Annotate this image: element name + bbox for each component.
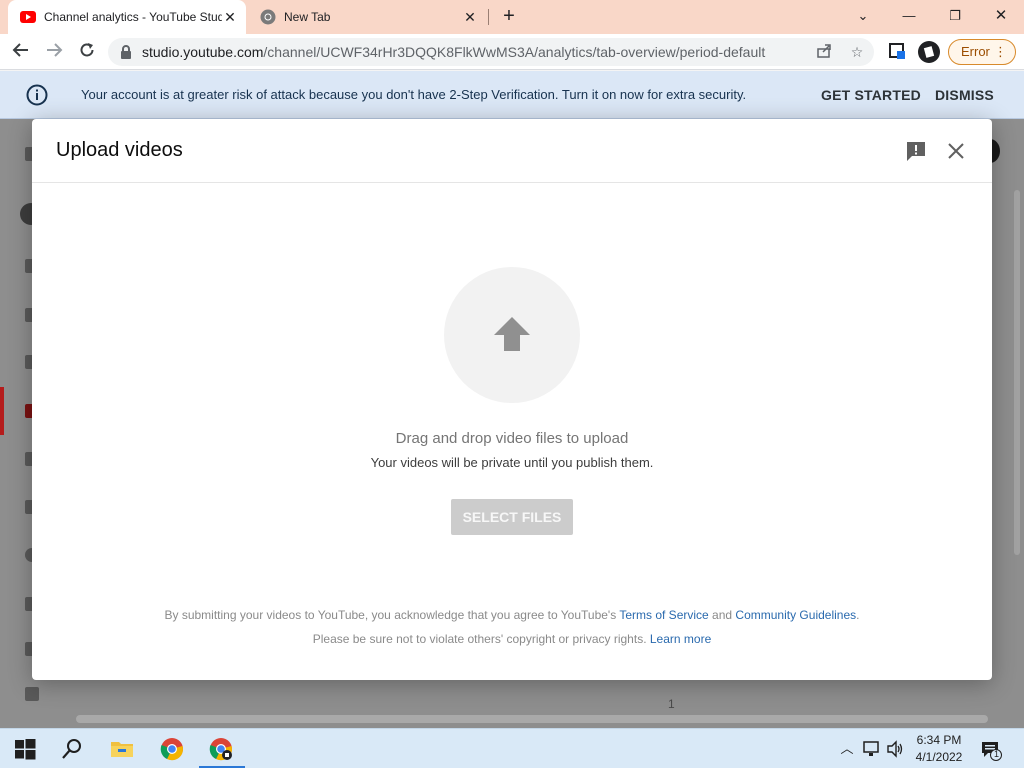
tab-title: New Tab xyxy=(284,10,331,24)
tab-title: Channel analytics - YouTube Studio xyxy=(44,10,222,24)
terms-and: and xyxy=(712,608,733,622)
close-dialog-icon[interactable] xyxy=(945,140,967,162)
network-icon[interactable] xyxy=(862,739,882,759)
minimize-icon[interactable]: — xyxy=(898,6,920,26)
chrome-taskbar-icon[interactable] xyxy=(160,737,184,761)
terms-notice: By submitting your videos to YouTube, yo… xyxy=(32,608,992,622)
privacy-notice: Please be sure not to violate others' co… xyxy=(32,632,992,646)
chrome-icon xyxy=(260,9,276,25)
security-banner: Your account is at greater risk of attac… xyxy=(0,71,1024,119)
windows-taskbar: ︿ 6:34 PM 4/1/2022 1 xyxy=(0,728,1024,768)
tab-new-tab[interactable]: New Tab ✕ xyxy=(250,0,486,34)
new-tab-button[interactable]: + xyxy=(499,6,519,27)
profile-avatar[interactable] xyxy=(918,41,940,63)
clock-time: 6:34 PM xyxy=(916,733,962,747)
notification-center-icon[interactable]: 1 xyxy=(980,739,1002,761)
notification-count: 1 xyxy=(993,749,999,759)
restore-icon[interactable]: ❐ xyxy=(944,6,966,26)
menu-dots-icon[interactable]: ⋮ xyxy=(994,40,1007,64)
page-number: 1 xyxy=(668,697,675,711)
community-guidelines-link[interactable]: Community Guidelines xyxy=(735,608,856,622)
private-note: Your videos will be private until you pu… xyxy=(370,455,654,470)
browser-toolbar: studio.youtube.com/channel/UCWF34rHr3DQQ… xyxy=(0,34,1024,70)
forward-icon[interactable] xyxy=(43,41,65,63)
horizontal-scroll-track[interactable] xyxy=(76,715,988,723)
chrome-profile-taskbar-icon[interactable] xyxy=(209,737,233,761)
extension-icon[interactable] xyxy=(888,42,908,62)
vertical-scrollbar[interactable] xyxy=(1014,190,1020,555)
url-text: studio.youtube.com/channel/UCWF34rHr3DQQ… xyxy=(142,38,765,66)
terms-prefix: By submitting your videos to YouTube, yo… xyxy=(164,608,617,622)
share-icon[interactable] xyxy=(815,43,833,61)
terms-suffix: . xyxy=(856,608,860,622)
url-path: /channel/UCWF34rHr3DQQK8FlkWwMS3A/analyt… xyxy=(263,44,766,60)
banner-message: Your account is at greater risk of attac… xyxy=(81,87,747,102)
tab-channel-analytics[interactable]: Channel analytics - YouTube Studio ✕ xyxy=(8,0,246,34)
send-feedback-icon xyxy=(25,687,39,701)
active-nav-indicator xyxy=(0,387,4,435)
upload-videos-dialog: Upload videos Drag and drop video files … xyxy=(32,119,992,680)
learn-more-link[interactable]: Learn more xyxy=(650,632,711,646)
profile-error-button[interactable]: Error ⋮ xyxy=(948,39,1016,65)
back-icon[interactable] xyxy=(10,41,32,63)
file-explorer-icon[interactable] xyxy=(110,737,134,761)
bookmark-star-icon[interactable]: ☆ xyxy=(848,43,866,61)
get-started-button[interactable]: GET STARTED xyxy=(821,71,921,119)
search-icon[interactable] xyxy=(60,737,84,761)
youtube-icon xyxy=(20,9,36,25)
tab-search-chevron-icon[interactable]: ⌄ xyxy=(852,6,874,26)
terms-of-service-link[interactable]: Terms of Service xyxy=(619,608,708,622)
volume-icon[interactable] xyxy=(885,739,905,759)
lock-icon xyxy=(121,45,131,59)
url-host: studio.youtube.com xyxy=(142,44,264,60)
privacy-text: Please be sure not to violate others' co… xyxy=(312,632,647,646)
system-clock[interactable]: 6:34 PM 4/1/2022 xyxy=(906,732,972,766)
error-label: Error xyxy=(961,44,990,59)
close-window-icon[interactable]: ✕ xyxy=(990,6,1012,26)
feedback-icon[interactable] xyxy=(905,140,927,162)
drag-drop-label: Drag and drop video files to upload xyxy=(395,430,629,447)
windows-start-icon[interactable] xyxy=(13,737,37,761)
info-icon xyxy=(26,84,48,106)
show-hidden-icons-chevron-icon[interactable]: ︿ xyxy=(837,739,857,759)
select-files-button[interactable]: SELECT FILES xyxy=(451,499,573,535)
clock-date: 4/1/2022 xyxy=(915,750,963,764)
upload-dropzone[interactable] xyxy=(444,267,580,403)
upload-arrow-icon xyxy=(494,317,530,351)
tab-divider xyxy=(488,9,489,25)
close-tab-icon[interactable]: ✕ xyxy=(222,9,238,25)
dialog-header: Upload videos xyxy=(32,119,992,183)
address-bar[interactable]: studio.youtube.com/channel/UCWF34rHr3DQQ… xyxy=(108,38,874,66)
browser-tabstrip: Channel analytics - YouTube Studio ✕ New… xyxy=(0,0,1024,34)
reload-icon[interactable] xyxy=(76,41,98,63)
close-tab-icon[interactable]: ✕ xyxy=(462,9,478,25)
dialog-title: Upload videos xyxy=(56,139,183,161)
dismiss-button[interactable]: DISMISS xyxy=(935,71,994,119)
